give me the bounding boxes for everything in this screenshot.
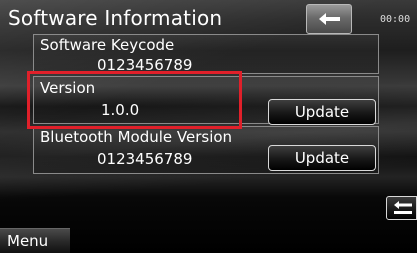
back-button[interactable] [306, 4, 352, 34]
version-highlight-box [27, 71, 242, 129]
page-title: Software Information [8, 6, 223, 30]
version-update-button[interactable]: Update [268, 99, 376, 125]
bluetooth-module-version-label: Bluetooth Module Version [40, 128, 233, 146]
clock: 00:00 [380, 14, 411, 25]
bluetooth-module-version-value: 0123456789 [97, 150, 193, 168]
return-icon [394, 201, 412, 214]
bluetooth-update-button[interactable]: Update [268, 145, 376, 171]
menu-button[interactable]: Menu [0, 228, 70, 253]
back-arrow-icon [319, 13, 340, 25]
software-keycode-label: Software Keycode [40, 36, 175, 54]
return-button[interactable] [386, 196, 417, 220]
